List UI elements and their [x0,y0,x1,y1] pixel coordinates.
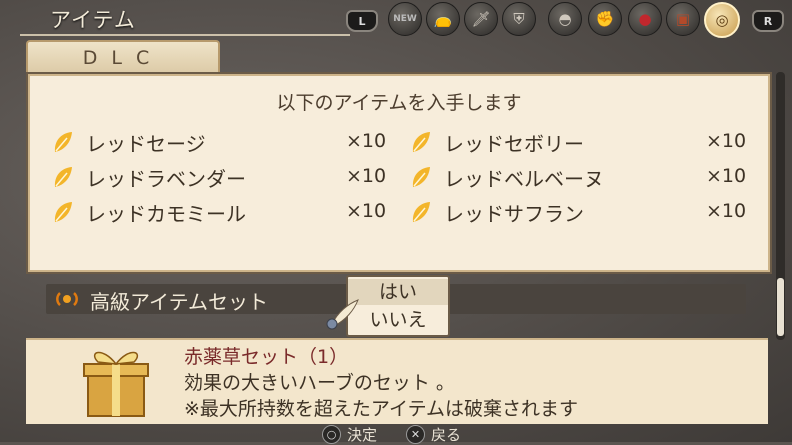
l-shoulder-button[interactable]: L [346,10,378,32]
item-name: レッドカモミール [86,201,246,226]
leaf-icon [54,167,72,187]
set-label: 高級アイテムセット [90,290,268,314]
item-qty: ×10 [706,165,747,187]
leaf-icon [412,132,430,152]
apple-icon[interactable]: ● [628,2,662,36]
list-item: レッドラベンダー [52,163,246,191]
armor-icon[interactable]: ⛨ [502,2,536,36]
item-qty: ×10 [346,130,387,152]
screen-title: アイテム [50,8,136,32]
leaf-icon [54,202,72,222]
tab-dlc[interactable]: DLC [26,40,220,74]
gauntlet-icon[interactable]: ✊ [588,2,622,36]
chest-icon[interactable]: ▣ [666,2,700,36]
item-name: レッドラベンダー [86,166,246,191]
item-qty: ×10 [706,130,747,152]
item-qty: ×10 [346,200,387,222]
leaf-icon [54,132,72,152]
desc-title: 赤薬草セット（1） [184,346,349,368]
dlc-icon[interactable]: ◎ [704,2,740,38]
new-icon[interactable]: NEW [388,2,422,36]
helmet-icon[interactable]: ◓ [548,2,582,36]
no-option[interactable]: いいえ [348,307,448,333]
confirm-popup: はい いいえ [346,275,450,337]
leaf-icon [412,202,430,222]
item-name: レッドサフラン [444,201,584,226]
item-qty: ×10 [346,165,387,187]
gift-box-icon [83,351,149,417]
yes-option[interactable]: はい [348,279,448,305]
title-underline [20,34,350,36]
panel-heading: 以下のアイテムを入手します [276,92,522,114]
sword-icon[interactable]: 🗡 [464,2,498,36]
list-item: レッドサフラン [410,198,584,226]
desc-line-2: ※最大所持数を超えたアイテムは破棄されます [184,398,579,420]
dlc-set-icon [56,292,78,306]
list-item: レッドカモミール [52,198,246,226]
item-name: レッドセボリー [444,131,584,156]
item-name: レッドセージ [86,131,206,156]
item-name: レッドベルベーヌ [444,166,604,191]
quill-cursor-icon [326,299,359,330]
list-item: レッドセージ [52,128,206,156]
scrollbar-thumb[interactable] [777,278,784,336]
item-list-panel: 以下のアイテムを入手します レッドセージ ×10 レッドセボリー ×10 レッド… [26,72,772,274]
list-item: レッドベルベーヌ [410,163,604,191]
cross-button-icon: ✕ [406,425,425,444]
bag-icon[interactable]: 👝 [426,2,460,36]
item-qty: ×10 [706,200,747,222]
desc-line-1: 効果の大きいハーブのセット 。 [184,372,455,394]
r-shoulder-button[interactable]: R [752,10,784,32]
leaf-icon [412,167,430,187]
circle-button-icon: ○ [322,425,341,444]
list-item: レッドセボリー [410,128,584,156]
